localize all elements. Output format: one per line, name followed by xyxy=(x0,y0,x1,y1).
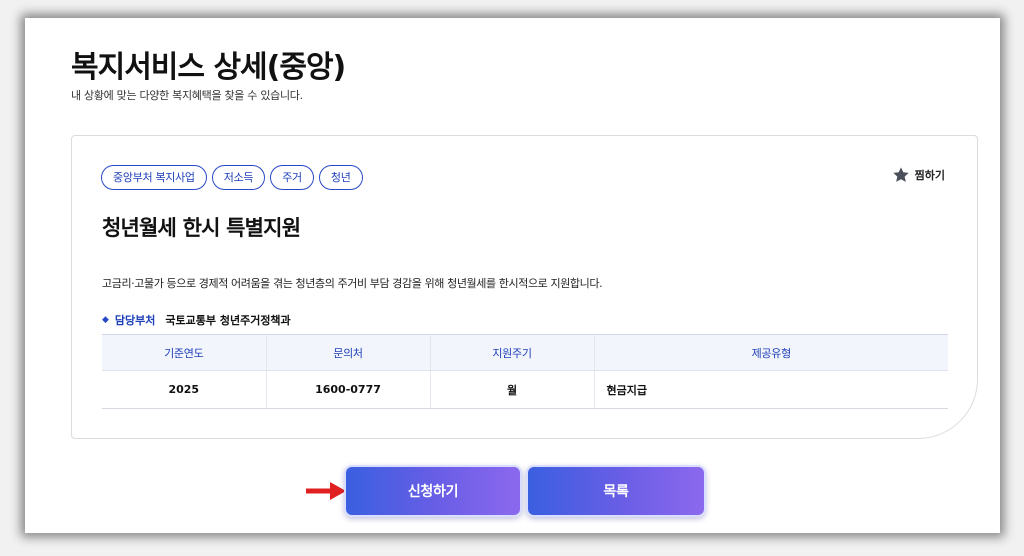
tag-housing[interactable]: 주거 xyxy=(270,165,314,190)
service-card: 중앙부처 복지사업 저소득 주거 청년 찜하기 청년월세 한시 특별지원 고금리… xyxy=(71,135,978,439)
page-title: 복지서비스 상세(중앙) xyxy=(71,50,346,85)
page-frame: 복지서비스 상세(중앙) 내 상황에 맞는 다양한 복지혜택을 찾을 수 있습니… xyxy=(25,18,1000,533)
info-table: 기준연도 문의처 지원주기 제공유형 2025 1600-0777 월 현금지급 xyxy=(102,334,948,409)
service-title: 청년월세 한시 특별지원 xyxy=(102,216,301,240)
favorite-label: 찜하기 xyxy=(914,169,945,182)
cell-contact: 1600-0777 xyxy=(266,370,431,409)
department-label: 담당부처 xyxy=(114,314,156,327)
service-description: 고금리·고물가 등으로 경제적 어려움을 겪는 청년층의 주거비 부담 경감을 … xyxy=(102,277,603,290)
table-header-row: 기준연도 문의처 지원주기 제공유형 xyxy=(102,334,948,371)
header-provision-type: 제공유형 xyxy=(594,334,948,371)
tag-low-income[interactable]: 저소득 xyxy=(211,165,266,190)
apply-button[interactable]: 신청하기 xyxy=(344,465,522,517)
arrow-right-icon xyxy=(306,482,346,500)
header-base-year: 기준연도 xyxy=(102,334,267,371)
star-icon xyxy=(892,167,909,182)
cell-base-year: 2025 xyxy=(102,370,267,409)
favorite-button[interactable]: 찜하기 xyxy=(892,166,945,184)
tag-list: 중앙부처 복지사업 저소득 주거 청년 xyxy=(101,165,363,190)
cell-provision-type: 현금지급 xyxy=(594,370,948,409)
bullet-icon: ◆ xyxy=(102,315,109,325)
header-contact: 문의처 xyxy=(266,334,431,371)
header-support-cycle: 지원주기 xyxy=(430,334,595,371)
department-value: 국토교통부 청년주거정책과 xyxy=(165,314,291,327)
list-button[interactable]: 목록 xyxy=(526,465,706,517)
page-subtitle: 내 상황에 맞는 다양한 복지혜택을 찾을 수 있습니다. xyxy=(71,89,303,102)
tag-youth[interactable]: 청년 xyxy=(318,165,363,190)
department-info: ◆ 담당부처 국토교통부 청년주거정책과 xyxy=(102,312,291,328)
table-row: 2025 1600-0777 월 현금지급 xyxy=(102,370,948,409)
tag-central-welfare[interactable]: 중앙부처 복지사업 xyxy=(101,165,207,190)
cell-support-cycle: 월 xyxy=(430,370,595,409)
